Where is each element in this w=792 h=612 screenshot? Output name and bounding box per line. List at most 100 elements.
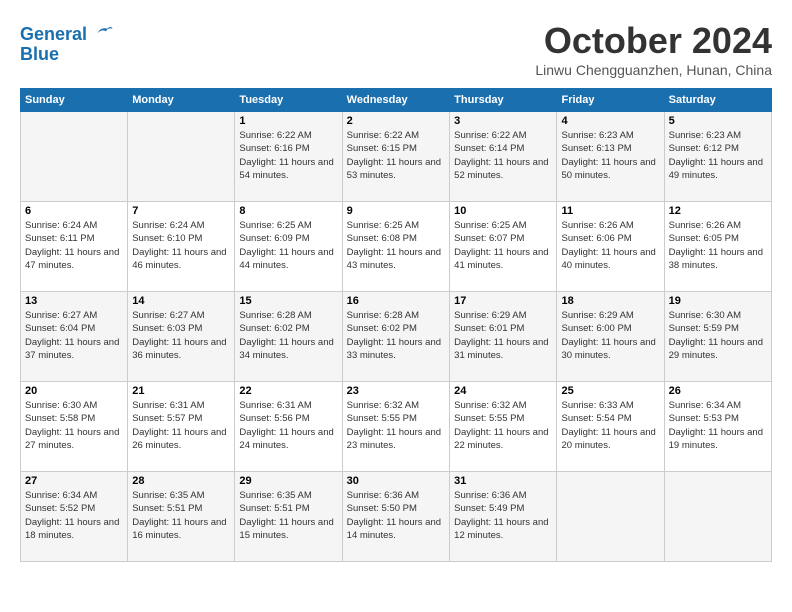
- calendar-cell: 30 Sunrise: 6:36 AMSunset: 5:50 PMDaylig…: [342, 472, 449, 562]
- day-info: Sunrise: 6:30 AMSunset: 5:58 PMDaylight:…: [25, 399, 123, 452]
- day-number: 13: [25, 295, 123, 307]
- week-row-5: 27 Sunrise: 6:34 AMSunset: 5:52 PMDaylig…: [21, 472, 772, 562]
- logo: General Blue: [20, 20, 114, 65]
- day-number: 5: [669, 115, 767, 127]
- logo-blue: Blue: [20, 45, 114, 65]
- calendar-cell: 7 Sunrise: 6:24 AMSunset: 6:10 PMDayligh…: [128, 202, 235, 292]
- calendar-cell: 13 Sunrise: 6:27 AMSunset: 6:04 PMDaylig…: [21, 292, 128, 382]
- day-number: 22: [239, 385, 337, 397]
- day-info: Sunrise: 6:29 AMSunset: 6:01 PMDaylight:…: [454, 309, 552, 362]
- day-info: Sunrise: 6:30 AMSunset: 5:59 PMDaylight:…: [669, 309, 767, 362]
- calendar-cell: 3 Sunrise: 6:22 AMSunset: 6:14 PMDayligh…: [450, 112, 557, 202]
- day-header-thursday: Thursday: [450, 89, 557, 112]
- calendar-cell: 1 Sunrise: 6:22 AMSunset: 6:16 PMDayligh…: [235, 112, 342, 202]
- day-number: 1: [239, 115, 337, 127]
- day-info: Sunrise: 6:28 AMSunset: 6:02 PMDaylight:…: [347, 309, 445, 362]
- calendar-table: SundayMondayTuesdayWednesdayThursdayFrid…: [20, 88, 772, 562]
- calendar-cell: 11 Sunrise: 6:26 AMSunset: 6:06 PMDaylig…: [557, 202, 664, 292]
- day-number: 20: [25, 385, 123, 397]
- calendar-cell: 9 Sunrise: 6:25 AMSunset: 6:08 PMDayligh…: [342, 202, 449, 292]
- logo-general: General: [20, 24, 87, 44]
- day-number: 30: [347, 475, 445, 487]
- day-info: Sunrise: 6:28 AMSunset: 6:02 PMDaylight:…: [239, 309, 337, 362]
- day-header-tuesday: Tuesday: [235, 89, 342, 112]
- day-info: Sunrise: 6:25 AMSunset: 6:09 PMDaylight:…: [239, 219, 337, 272]
- calendar-cell: 6 Sunrise: 6:24 AMSunset: 6:11 PMDayligh…: [21, 202, 128, 292]
- logo-text: General: [20, 20, 114, 45]
- calendar-cell: 25 Sunrise: 6:33 AMSunset: 5:54 PMDaylig…: [557, 382, 664, 472]
- day-info: Sunrise: 6:34 AMSunset: 5:53 PMDaylight:…: [669, 399, 767, 452]
- day-header-monday: Monday: [128, 89, 235, 112]
- day-number: 7: [132, 205, 230, 217]
- calendar-cell: 22 Sunrise: 6:31 AMSunset: 5:56 PMDaylig…: [235, 382, 342, 472]
- day-number: 28: [132, 475, 230, 487]
- calendar-cell: 27 Sunrise: 6:34 AMSunset: 5:52 PMDaylig…: [21, 472, 128, 562]
- calendar-cell: 23 Sunrise: 6:32 AMSunset: 5:55 PMDaylig…: [342, 382, 449, 472]
- week-row-1: 1 Sunrise: 6:22 AMSunset: 6:16 PMDayligh…: [21, 112, 772, 202]
- day-header-saturday: Saturday: [664, 89, 771, 112]
- day-number: 10: [454, 205, 552, 217]
- calendar-cell: [557, 472, 664, 562]
- days-header-row: SundayMondayTuesdayWednesdayThursdayFrid…: [21, 89, 772, 112]
- calendar-cell: 21 Sunrise: 6:31 AMSunset: 5:57 PMDaylig…: [128, 382, 235, 472]
- logo-bird-icon: [94, 20, 114, 40]
- calendar-cell: 4 Sunrise: 6:23 AMSunset: 6:13 PMDayligh…: [557, 112, 664, 202]
- day-info: Sunrise: 6:35 AMSunset: 5:51 PMDaylight:…: [239, 489, 337, 542]
- day-info: Sunrise: 6:32 AMSunset: 5:55 PMDaylight:…: [454, 399, 552, 452]
- day-info: Sunrise: 6:22 AMSunset: 6:15 PMDaylight:…: [347, 129, 445, 182]
- day-header-friday: Friday: [557, 89, 664, 112]
- calendar-cell: 17 Sunrise: 6:29 AMSunset: 6:01 PMDaylig…: [450, 292, 557, 382]
- calendar-cell: 26 Sunrise: 6:34 AMSunset: 5:53 PMDaylig…: [664, 382, 771, 472]
- day-number: 19: [669, 295, 767, 307]
- day-number: 2: [347, 115, 445, 127]
- day-info: Sunrise: 6:35 AMSunset: 5:51 PMDaylight:…: [132, 489, 230, 542]
- day-info: Sunrise: 6:25 AMSunset: 6:08 PMDaylight:…: [347, 219, 445, 272]
- week-row-3: 13 Sunrise: 6:27 AMSunset: 6:04 PMDaylig…: [21, 292, 772, 382]
- calendar-cell: 5 Sunrise: 6:23 AMSunset: 6:12 PMDayligh…: [664, 112, 771, 202]
- day-header-sunday: Sunday: [21, 89, 128, 112]
- day-info: Sunrise: 6:36 AMSunset: 5:49 PMDaylight:…: [454, 489, 552, 542]
- calendar-cell: [21, 112, 128, 202]
- calendar-cell: 28 Sunrise: 6:35 AMSunset: 5:51 PMDaylig…: [128, 472, 235, 562]
- calendar-cell: 29 Sunrise: 6:35 AMSunset: 5:51 PMDaylig…: [235, 472, 342, 562]
- day-number: 16: [347, 295, 445, 307]
- day-number: 31: [454, 475, 552, 487]
- day-info: Sunrise: 6:24 AMSunset: 6:11 PMDaylight:…: [25, 219, 123, 272]
- week-row-4: 20 Sunrise: 6:30 AMSunset: 5:58 PMDaylig…: [21, 382, 772, 472]
- day-number: 3: [454, 115, 552, 127]
- calendar-cell: 14 Sunrise: 6:27 AMSunset: 6:03 PMDaylig…: [128, 292, 235, 382]
- day-number: 18: [561, 295, 659, 307]
- day-number: 9: [347, 205, 445, 217]
- page-header: General Blue October 2024 Linwu Chenggua…: [20, 20, 772, 78]
- calendar-cell: 20 Sunrise: 6:30 AMSunset: 5:58 PMDaylig…: [21, 382, 128, 472]
- day-header-wednesday: Wednesday: [342, 89, 449, 112]
- month-title: October 2024: [535, 20, 772, 62]
- day-number: 11: [561, 205, 659, 217]
- day-number: 21: [132, 385, 230, 397]
- day-number: 23: [347, 385, 445, 397]
- day-info: Sunrise: 6:26 AMSunset: 6:06 PMDaylight:…: [561, 219, 659, 272]
- calendar-cell: 8 Sunrise: 6:25 AMSunset: 6:09 PMDayligh…: [235, 202, 342, 292]
- calendar-cell: [128, 112, 235, 202]
- calendar-cell: 24 Sunrise: 6:32 AMSunset: 5:55 PMDaylig…: [450, 382, 557, 472]
- day-number: 4: [561, 115, 659, 127]
- calendar-cell: 10 Sunrise: 6:25 AMSunset: 6:07 PMDaylig…: [450, 202, 557, 292]
- day-info: Sunrise: 6:34 AMSunset: 5:52 PMDaylight:…: [25, 489, 123, 542]
- day-number: 26: [669, 385, 767, 397]
- day-info: Sunrise: 6:22 AMSunset: 6:16 PMDaylight:…: [239, 129, 337, 182]
- calendar-cell: 2 Sunrise: 6:22 AMSunset: 6:15 PMDayligh…: [342, 112, 449, 202]
- day-number: 14: [132, 295, 230, 307]
- day-number: 29: [239, 475, 337, 487]
- day-info: Sunrise: 6:29 AMSunset: 6:00 PMDaylight:…: [561, 309, 659, 362]
- day-info: Sunrise: 6:24 AMSunset: 6:10 PMDaylight:…: [132, 219, 230, 272]
- day-info: Sunrise: 6:31 AMSunset: 5:56 PMDaylight:…: [239, 399, 337, 452]
- day-info: Sunrise: 6:32 AMSunset: 5:55 PMDaylight:…: [347, 399, 445, 452]
- calendar-cell: 31 Sunrise: 6:36 AMSunset: 5:49 PMDaylig…: [450, 472, 557, 562]
- day-number: 24: [454, 385, 552, 397]
- day-info: Sunrise: 6:25 AMSunset: 6:07 PMDaylight:…: [454, 219, 552, 272]
- day-info: Sunrise: 6:23 AMSunset: 6:12 PMDaylight:…: [669, 129, 767, 182]
- day-info: Sunrise: 6:31 AMSunset: 5:57 PMDaylight:…: [132, 399, 230, 452]
- day-number: 6: [25, 205, 123, 217]
- day-number: 15: [239, 295, 337, 307]
- day-number: 25: [561, 385, 659, 397]
